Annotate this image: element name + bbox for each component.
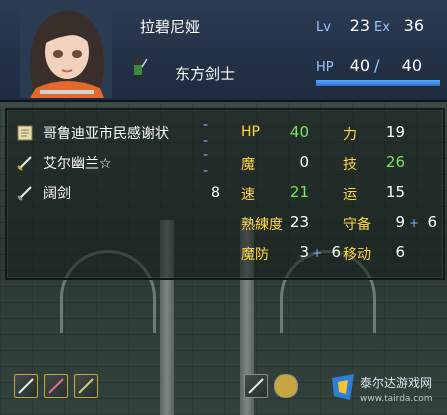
item-uses: -- bbox=[203, 117, 209, 149]
hp-max: 40 bbox=[401, 56, 422, 75]
watermark-url: www.tairda.com bbox=[360, 394, 433, 404]
stat-label-defense: 守备 bbox=[343, 217, 371, 233]
stat-label-magic-defense: 魔防 bbox=[241, 247, 269, 263]
stat-value-luck: 15 bbox=[385, 183, 405, 201]
sword-icon bbox=[17, 186, 32, 201]
sword-rank-icon[interactable] bbox=[14, 374, 38, 398]
sword-icon bbox=[17, 156, 32, 171]
stat-value-defense: 9 bbox=[395, 213, 405, 231]
character-portrait bbox=[20, 2, 112, 98]
stat-bonus-defense: 6 bbox=[427, 213, 437, 231]
lance-rank-icon[interactable] bbox=[74, 374, 98, 398]
staff-rank-icon[interactable] bbox=[44, 374, 68, 398]
stat-value-move: 6 bbox=[395, 243, 405, 261]
stat-label-skill: 技 bbox=[343, 157, 357, 173]
stat-label-mastery: 熟練度 bbox=[241, 217, 283, 233]
stat-label-magic: 魔 bbox=[241, 157, 255, 173]
exp-value: 36 bbox=[403, 16, 424, 35]
item-row[interactable]: 艾尔幽兰☆ -- bbox=[15, 147, 208, 179]
character-map-sprite bbox=[134, 57, 148, 82]
watermark-title: 泰尔达游戏网 bbox=[360, 376, 433, 390]
item-name: 艾尔幽兰☆ bbox=[43, 156, 112, 172]
item-row[interactable]: 哥鲁迪亚市民感谢状 -- bbox=[15, 117, 208, 149]
exp-label: Ex bbox=[374, 20, 390, 35]
character-header-panel: 拉碧尼娅 东方剑士 Lv 23 Ex 36 HP 40 / 40 bbox=[0, 0, 447, 102]
stat-value-hp: 40 bbox=[289, 123, 309, 141]
item-name: 阔剑 bbox=[43, 186, 71, 202]
stat-value-strength: 19 bbox=[385, 123, 405, 141]
stat-value-magic: 0 bbox=[299, 153, 309, 171]
stat-bonus-magic-defense: 6 bbox=[331, 243, 341, 261]
item-name: 哥鲁迪亚市民感谢状 bbox=[43, 126, 169, 142]
stat-label-move: 移动 bbox=[343, 247, 371, 263]
stat-value-speed: 21 bbox=[289, 183, 309, 201]
stat-value-skill: 26 bbox=[385, 153, 405, 171]
stat-label-strength: 力 bbox=[343, 127, 357, 143]
site-logo-icon bbox=[332, 374, 354, 400]
hp-label: HP bbox=[316, 60, 334, 75]
hp-current: 40 bbox=[349, 56, 370, 75]
item-uses: 8 bbox=[211, 185, 220, 201]
stat-label-speed: 速 bbox=[241, 187, 255, 203]
stat-label-hp: HP bbox=[241, 124, 260, 140]
level-label: Lv bbox=[316, 20, 331, 35]
emblem-icon[interactable] bbox=[274, 374, 298, 398]
item-row[interactable]: 阔剑 8 bbox=[15, 182, 220, 204]
character-name: 拉碧尼娅 bbox=[140, 18, 201, 36]
stat-label-luck: 运 bbox=[343, 187, 357, 203]
character-class: 东方剑士 bbox=[175, 65, 236, 83]
level-value: 23 bbox=[349, 16, 370, 35]
hp-separator: / bbox=[374, 56, 380, 75]
item-uses: -- bbox=[203, 147, 209, 179]
stat-value-mastery: 23 bbox=[289, 213, 309, 231]
equipped-weapon-icon[interactable] bbox=[244, 374, 268, 398]
stat-value-magic-defense: 3 bbox=[299, 243, 309, 261]
hp-bar-fill bbox=[316, 80, 440, 86]
stats-window: 哥鲁迪亚市民感谢状 -- 艾尔幽兰☆ -- 阔剑 8 HP 40 魔 0 速 2… bbox=[5, 108, 445, 280]
hp-bar-track bbox=[316, 80, 440, 86]
scroll-icon bbox=[17, 125, 33, 141]
